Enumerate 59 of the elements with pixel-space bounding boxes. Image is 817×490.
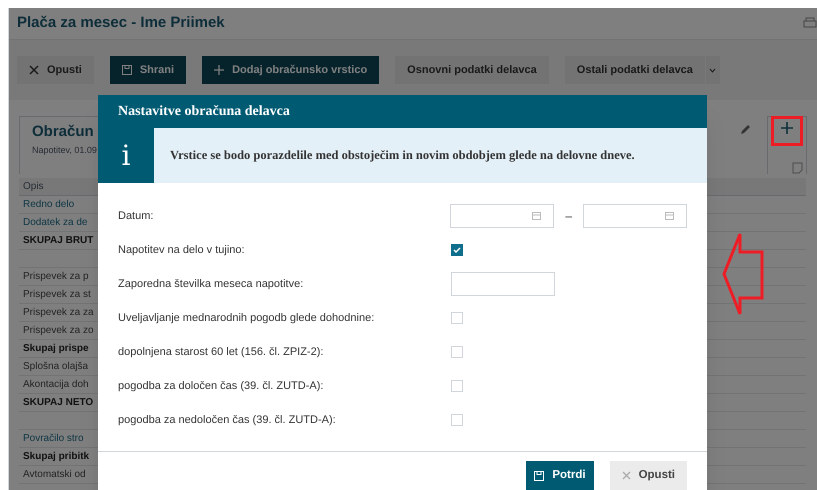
table-cell-text: Skupaj prispe [23,342,89,356]
field-label: Uveljavljanje mednarodnih pogodb glede dohodnine: [118,310,376,326]
table-cell-text: SKUPAJ BRUT [23,234,94,248]
cancel-button[interactable]: Opusti [610,461,687,490]
field-label: dopolnjena starost 60 let (156. čl. ZPIZ-2): [118,344,324,360]
panel-subtitle: Napotitev, 01.09 [32,144,98,157]
field-label: Zaporedna številka meseca napotitve: [118,276,304,292]
table-cell-text: Splošna olajša [23,360,88,374]
table-cell-text: Avtomatski od [23,468,86,482]
toolbar-button[interactable]: Ostali podatki delavca [564,56,705,84]
dropdown-button[interactable] [706,56,720,84]
dialog-title: Nastavitve obračuna delavca [118,103,290,121]
field-label: Datum: [118,208,154,224]
table-cell-text: SKUPAJ NETO [23,396,94,410]
confirm-button[interactable]: Potrdi [526,461,594,490]
checkbox[interactable] [451,244,463,256]
table-cell-text: Prispevek za zo [23,324,94,338]
plus-icon [214,65,224,75]
annotation-box [771,116,803,146]
row-link[interactable]: Redno delo [23,197,74,212]
checkbox[interactable] [451,346,463,358]
plus-icon[interactable] [780,121,794,135]
checkmark-icon [453,247,461,253]
range-separator: – [564,208,574,225]
row-link[interactable]: Dodatek za de [23,215,88,230]
close-icon [29,65,39,75]
info-message: Vrstice se bodo porazdelile med obstoječim in novim obdobjem glede na delovne dneve. [170,147,635,164]
save-icon [534,470,544,480]
input-field[interactable] [451,272,555,296]
save-icon [122,65,132,75]
checkbox[interactable] [451,414,463,426]
table-cell-text: Prispevek za p [23,270,89,284]
date-field[interactable] [583,204,687,228]
toolbar-button[interactable]: Osnovni podatki delavca [395,56,549,84]
add-row-button[interactable]: Dodaj obračunsko vrstico [202,56,380,84]
calendar-icon [665,212,674,220]
caret-icon [709,68,716,72]
table-cell-text: Prispevek za st [23,288,91,302]
column-header: Opis [23,180,44,194]
table-cell-text: Akontacija doh [23,378,89,392]
table-cell-text: Prispevek za za [23,306,94,320]
note-icon[interactable] [792,162,803,174]
calendar-icon [532,212,542,220]
pencil-icon[interactable] [739,124,751,136]
cancel-button[interactable]: Opusti [17,56,94,84]
checkbox[interactable] [451,380,463,392]
print-icon[interactable] [803,16,817,30]
checkbox[interactable] [451,312,463,324]
panel-title: Obračun [32,122,95,142]
table-cell-text: Skupaj pribitk [23,450,90,464]
window-title: Plača za mesec - Ime Priimek [17,13,225,34]
field-label: pogodba za določen čas (39. čl. ZUTD-A): [118,378,324,394]
field-label: pogodba za nedoločen čas (39. čl. ZUTD-A): [118,412,337,428]
info-icon: i [122,134,130,176]
save-button[interactable]: Shrani [110,56,186,84]
row-link[interactable]: Povračilo stro [23,431,84,446]
date-field[interactable] [450,204,554,228]
field-label: Napotitev na delo v tujino: [118,242,246,258]
close-icon [622,471,631,480]
